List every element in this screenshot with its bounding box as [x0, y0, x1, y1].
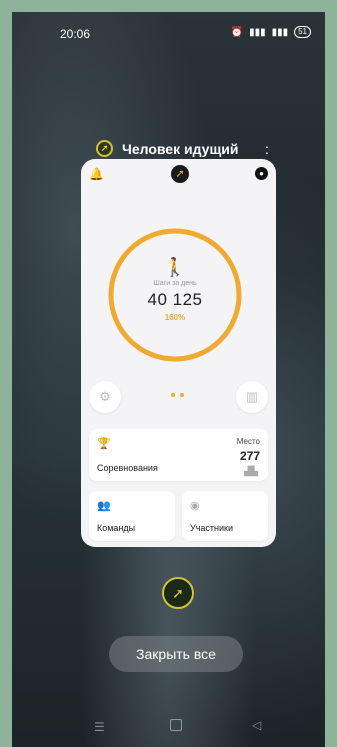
podium-icon: ▟▙ — [244, 466, 258, 476]
settings-button[interactable]: ⚙ — [89, 381, 121, 413]
card-top-bar: 🔔 ➚ ● — [81, 159, 276, 187]
home-icon[interactable] — [170, 719, 182, 731]
profile-icon[interactable]: ● — [255, 167, 268, 180]
steps-caption: Шаги за день — [153, 280, 197, 287]
status-time: 20:06 — [60, 27, 91, 41]
teams-label: Команды — [97, 523, 136, 533]
bell-icon[interactable]: 🔔 — [89, 167, 104, 181]
walker-icon: 🚶 — [163, 257, 187, 277]
app-header[interactable]: ➚ Человек идущий — [96, 140, 238, 157]
place-caption: Место — [236, 437, 260, 446]
steps-ring: 🚶 Шаги за день 40 125 160% — [105, 225, 245, 365]
menu-icon[interactable]: ☰ — [94, 720, 105, 734]
competitions-label: Соревнования — [97, 463, 158, 473]
gear-icon: ⚙ — [99, 389, 111, 404]
teams-icon: 👥 — [97, 500, 111, 512]
stats-button[interactable]: ▥ — [236, 381, 268, 413]
steps-ring-content: 🚶 Шаги за день 40 125 160% — [105, 225, 245, 322]
battery-icon: 51 — [294, 26, 311, 38]
navigation-bar: ☰ ◁ — [12, 712, 325, 742]
status-icons: ⏰ ▮▮▮ ▮▮▮ 51 — [231, 26, 311, 38]
back-icon[interactable]: ◁ — [252, 718, 261, 732]
page-indicator — [171, 393, 184, 397]
alarm-icon: ⏰ — [230, 26, 244, 38]
recent-apps-screen: 20:06 ⏰ ▮▮▮ ▮▮▮ 51 ➚ Человек идущий · · 🔔… — [12, 12, 325, 747]
kebab-menu-icon[interactable]: · · — [262, 139, 272, 159]
app-name: Человек идущий — [122, 140, 239, 157]
controls-row: ⚙ ▥ — [81, 381, 276, 415]
signal-icon-2: ▮▮▮ — [271, 26, 289, 38]
app-badge-icon: ➚ — [162, 577, 194, 609]
teams-tile[interactable]: 👥 Команды — [89, 491, 175, 541]
page-dot — [171, 393, 175, 397]
signal-icon: ▮▮▮ — [249, 26, 266, 38]
app-logo-icon: ➚ — [171, 165, 189, 183]
steps-percent: 160% — [164, 313, 186, 322]
participants-label: Участники — [190, 523, 233, 533]
competitions-tile[interactable]: 🏆 Соревнования Место 277 ▟▙ — [89, 429, 268, 481]
steps-value: 40 125 — [147, 290, 203, 309]
status-bar: 20:06 ⏰ ▮▮▮ ▮▮▮ 51 — [12, 12, 325, 52]
place-value: 277 — [239, 449, 260, 463]
page-dot — [180, 393, 184, 397]
bar-chart-icon: ▥ — [245, 389, 259, 404]
app-logo-icon: ➚ — [96, 140, 113, 157]
app-preview-card[interactable]: 🔔 ➚ ● 🚶 Шаги за день 40 125 160% ⚙ ▥ 🏆 С… — [81, 159, 276, 547]
participant-icon: ◉ — [190, 500, 200, 512]
close-all-button[interactable]: Закрыть все — [109, 636, 243, 672]
participants-tile[interactable]: ◉ Участники — [182, 491, 268, 541]
trophy-icon: 🏆 — [97, 438, 111, 450]
